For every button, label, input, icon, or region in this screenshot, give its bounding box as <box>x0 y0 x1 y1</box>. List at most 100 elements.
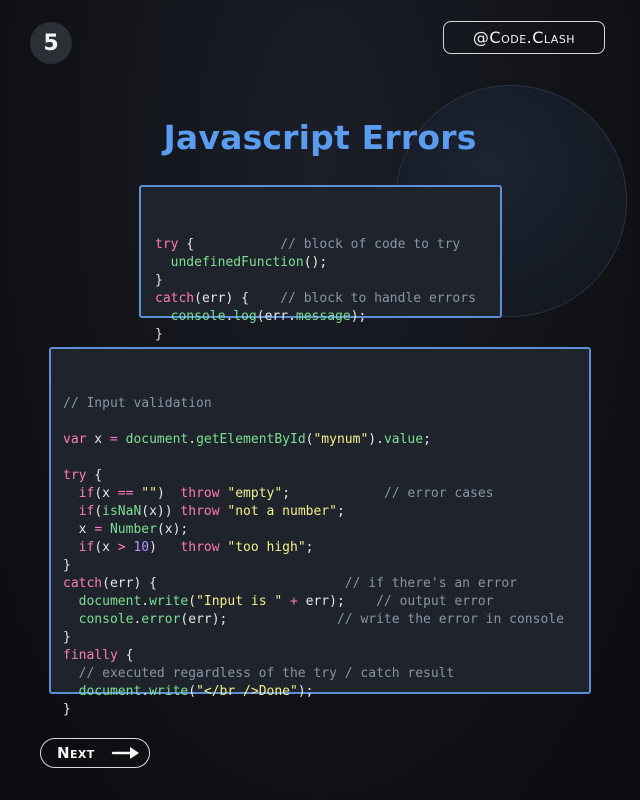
code-token: ) <box>156 486 181 501</box>
code-token: . <box>188 432 197 447</box>
code-line: document.write("</br />Done"); <box>63 683 589 701</box>
code-token: "not a number" <box>227 504 337 519</box>
code-snippet-try-catch: try { // block of code to try undefinedF… <box>139 185 502 342</box>
code-token: "</br />Done" <box>196 684 298 699</box>
code-line: undefinedFunction(); <box>155 254 500 272</box>
code-token: } <box>155 327 163 342</box>
code-token: (err) { <box>194 291 281 306</box>
code-token: ) <box>149 540 181 555</box>
code-token: value <box>383 432 424 447</box>
code-token: if <box>78 486 95 501</box>
code-lines: try { // block of code to try undefinedF… <box>155 236 500 344</box>
code-token: } <box>155 273 163 288</box>
code-token: = <box>109 432 118 447</box>
code-line: catch(err) { // if there's an error <box>63 575 589 593</box>
code-token: // block of code to try <box>280 237 461 252</box>
code-token: err); <box>297 594 377 609</box>
code-token: ( <box>188 684 197 699</box>
code-token: catch <box>155 291 195 306</box>
code-line: } <box>63 557 589 575</box>
code-token: throw <box>180 504 220 519</box>
code-token: catch <box>63 576 103 591</box>
code-token: Number <box>109 522 157 537</box>
code-line: try { // block of code to try <box>155 236 500 254</box>
code-token: if <box>78 504 95 519</box>
arrow-right-icon <box>111 747 139 759</box>
code-token: 10 <box>133 540 150 555</box>
code-token: } <box>63 702 71 717</box>
code-line: if(isNaN(x)) throw "not a number"; <box>63 503 589 521</box>
code-line: if(x > 10) throw "too high"; <box>63 539 589 557</box>
code-token: // block to handle errors <box>280 291 476 306</box>
code-token: = <box>94 522 103 537</box>
next-button[interactable]: Next <box>40 738 150 768</box>
code-token: // if there's an error <box>344 576 517 591</box>
code-token: write <box>149 594 189 609</box>
author-handle-badge[interactable]: @Code.Clash <box>443 21 605 54</box>
code-snippet-input-validation: // Input validation var x = document.getE… <box>49 347 591 717</box>
code-token: // error cases <box>383 486 494 501</box>
code-token: . <box>141 684 150 699</box>
code-token: } <box>63 630 71 645</box>
next-label: Next <box>57 744 95 762</box>
code-token: } <box>63 558 71 573</box>
code-token: // executed regardless of the try / catc… <box>78 666 455 681</box>
code-line: catch(err) { // block to handle errors <box>155 290 500 308</box>
code-token: isNaN <box>102 504 142 519</box>
code-token: "too high" <box>227 540 306 555</box>
code-token: undefinedFunction <box>170 255 304 270</box>
code-token: == <box>117 486 134 501</box>
code-token: (); <box>303 255 328 270</box>
code-line: } <box>155 272 500 290</box>
code-line: // Input validation <box>63 395 589 413</box>
code-token: "" <box>141 486 157 501</box>
code-token: { <box>178 237 281 252</box>
code-token: error <box>141 612 181 627</box>
code-line: if(x == "") throw "empty"; // error case… <box>63 485 589 503</box>
code-token: "mynum" <box>313 432 369 447</box>
code-token: message <box>295 309 351 324</box>
code-token: ; <box>423 432 431 447</box>
code-token: throw <box>180 540 220 555</box>
code-token: write <box>149 684 189 699</box>
code-line: } <box>63 629 589 647</box>
code-token: ). <box>368 432 384 447</box>
code-line: finally { <box>63 647 589 665</box>
code-token: ( <box>188 594 197 609</box>
code-token: console <box>63 612 134 627</box>
code-token: // Input validation <box>63 396 212 411</box>
code-token: document <box>78 594 142 609</box>
code-token: ( <box>94 504 103 519</box>
code-token: (x); <box>156 522 189 537</box>
code-token: (x <box>94 486 118 501</box>
code-token: ; <box>282 486 384 501</box>
page-number-badge: 5 <box>30 22 72 64</box>
code-token: ; <box>305 540 314 555</box>
code-token: document <box>78 684 142 699</box>
code-token: (err); <box>180 612 337 627</box>
code-token: x <box>86 432 110 447</box>
code-token: finally <box>63 648 118 663</box>
code-token: ); <box>297 684 314 699</box>
code-token: "empty" <box>227 486 283 501</box>
code-line: console.log(err.message); <box>155 308 500 326</box>
code-token: var <box>63 432 87 447</box>
code-token: if <box>78 540 95 555</box>
code-line: try { <box>63 467 589 485</box>
code-token: // output error <box>376 594 494 609</box>
code-token: getElementById <box>196 432 306 447</box>
code-token: console <box>155 309 226 324</box>
code-token: (x <box>94 540 118 555</box>
code-line: } <box>155 326 500 344</box>
code-token: (x)) <box>141 504 181 519</box>
code-token: ; <box>336 504 345 519</box>
